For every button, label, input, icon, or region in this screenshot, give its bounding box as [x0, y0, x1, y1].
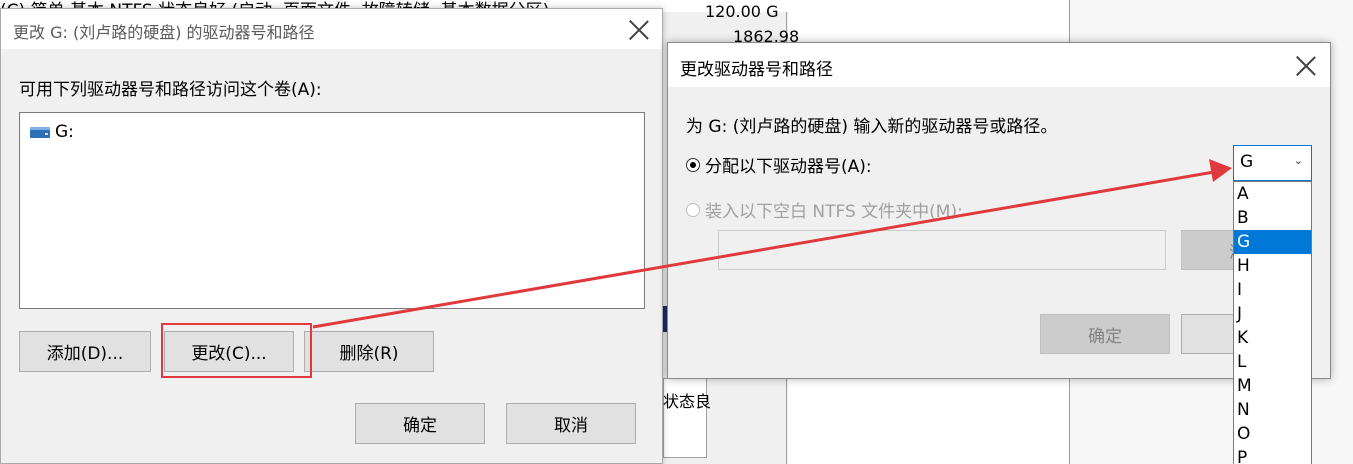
dialog-title: 更改 G: (刘卢路的硬盘) 的驱动器号和路径 [13, 23, 315, 42]
background-fragment-2: 状态良 [663, 392, 712, 411]
title-bar: 更改 G: (刘卢路的硬盘) 的驱动器号和路径 [1, 9, 662, 49]
assign-letter-radio[interactable] [686, 157, 700, 172]
change-drive-letter-dialog: 更改 G: (刘卢路的硬盘) 的驱动器号和路径 可用下列驱动器号和路径访问这个卷… [0, 8, 663, 464]
add-button[interactable]: 添加(D)... [19, 331, 151, 372]
dropdown-option-h[interactable]: H [1234, 254, 1311, 278]
mount-folder-option[interactable]: 装入以下空白 NTFS 文件夹中(M): [686, 197, 963, 222]
dropdown-option-a[interactable]: A [1234, 182, 1311, 206]
ok-button[interactable]: 确定 [1040, 314, 1170, 354]
close-icon[interactable] [1295, 55, 1317, 77]
chevron-down-icon: ⌄ [1293, 154, 1303, 167]
dropdown-option-k[interactable]: K [1234, 326, 1311, 350]
list-label: 可用下列驱动器号和路径访问这个卷(A): [19, 80, 322, 100]
assign-letter-label: 分配以下驱动器号(A): [705, 157, 872, 177]
dropdown-option-i[interactable]: I [1234, 278, 1311, 302]
mount-folder-label: 装入以下空白 NTFS 文件夹中(M): [705, 202, 963, 222]
dropdown-option-g[interactable]: G [1234, 230, 1311, 254]
change-drive-letter-path-dialog: 更改驱动器号和路径 为 G: (刘卢路的硬盘) 输入新的驱动器号或路径。 分配以… [667, 42, 1331, 379]
list-item[interactable]: G: [30, 122, 74, 142]
dropdown-option-m[interactable]: M [1234, 374, 1311, 398]
remove-button[interactable]: 删除(R) [304, 331, 434, 372]
selected-letter: G [1240, 152, 1254, 172]
drive-path-list[interactable]: G: [19, 112, 645, 309]
dropdown-option-o[interactable]: O [1234, 422, 1311, 446]
ok-button[interactable]: 确定 [355, 403, 485, 444]
dropdown-option-j[interactable]: J [1234, 302, 1311, 326]
dropdown-option-n[interactable]: N [1234, 398, 1311, 422]
drive-letter-dropdown-list[interactable]: A B G H I J K L M N O P [1233, 181, 1312, 464]
cancel-button[interactable]: 取消 [506, 403, 636, 444]
change-button-highlight [161, 323, 312, 378]
close-icon[interactable] [628, 19, 650, 41]
title-bar: 更改驱动器号和路径 [668, 43, 1330, 87]
background-size-1: 120.00 G [705, 2, 779, 21]
drive-letter-select[interactable]: G ⌄ [1233, 145, 1312, 181]
mount-folder-radio[interactable] [686, 202, 700, 217]
dropdown-option-l[interactable]: L [1234, 350, 1311, 374]
assign-letter-option[interactable]: 分配以下驱动器号(A): [686, 152, 872, 177]
list-item-label: G: [55, 122, 74, 142]
dialog-title: 更改驱动器号和路径 [680, 60, 833, 80]
drive-icon [30, 126, 50, 138]
mount-path-input[interactable] [718, 230, 1166, 270]
dropdown-option-p[interactable]: P [1234, 446, 1311, 464]
dialog-description: 为 G: (刘卢路的硬盘) 输入新的驱动器号或路径。 [686, 117, 1058, 137]
dropdown-option-b[interactable]: B [1234, 206, 1311, 230]
